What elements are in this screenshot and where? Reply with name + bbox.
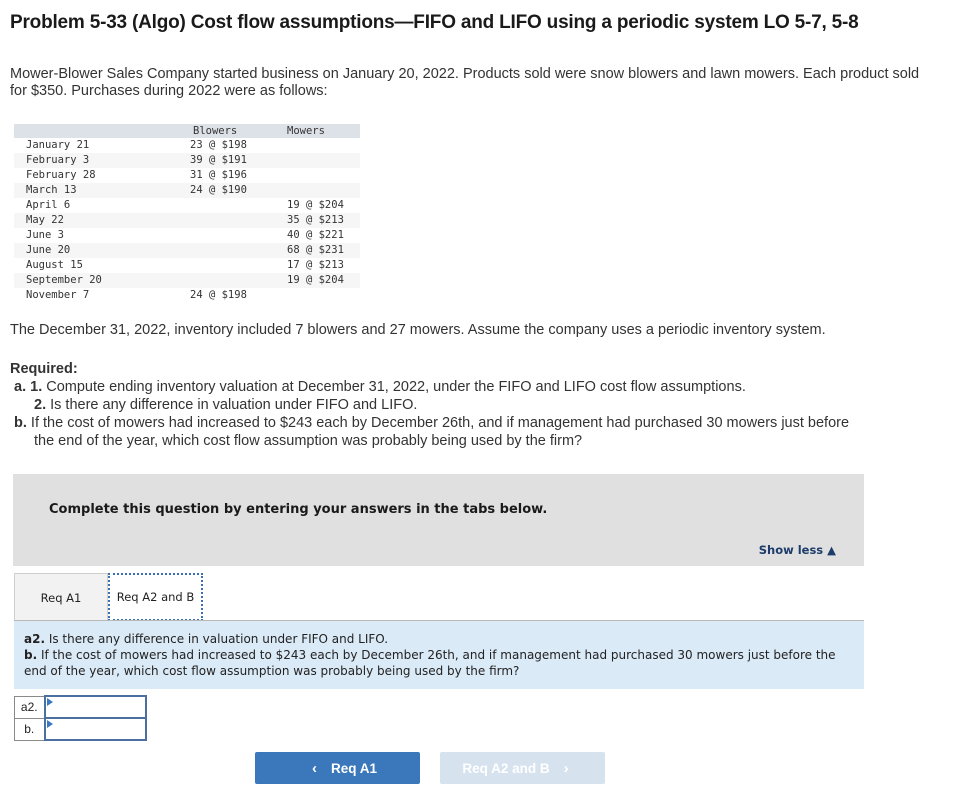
purchase-blowers: 31 @ $196 [190,169,247,181]
purchase-blowers [190,273,287,288]
next-req-a2-and-b-button[interactable]: Req A2 and B › [440,752,605,784]
required-section: Required: a. 1. Compute ending inventory… [10,360,849,450]
instructions-text: Complete this question by entering your … [49,502,548,517]
purchases-table: Blowers Mowers January 21 23 @ $198 Februa… [14,124,360,303]
purchases-header-row: Blowers Mowers [14,124,360,138]
purchase-row: November 7 24 @ $198 [14,288,360,303]
next-button-label: Req A2 and B [462,760,550,776]
purchase-mowers: 19 @ $204 [287,273,360,288]
required-b-label: b. [14,415,27,431]
prev-button-label: Req A1 [330,760,377,776]
required-heading: Required: [10,361,78,377]
purchase-mowers [287,288,360,303]
required-a2: 2. Is there any difference in valuation … [10,396,849,414]
purchase-blowers: 39 @ $191 [190,153,287,168]
required-a1: a. 1. Compute ending inventory valuation… [10,378,849,396]
dropdown-marker-icon [46,720,53,728]
purchase-date: June 20 [14,243,190,258]
purchase-date: May 22 [14,213,190,228]
prev-req-a1-button[interactable]: ‹ Req A1 [255,752,420,784]
purchase-mowers: 17 @ $213 [287,259,344,271]
purchase-mowers [287,153,360,168]
instructions-box: Complete this question by entering your … [13,474,864,566]
chevron-left-icon: ‹ [311,759,317,777]
purchase-row: March 13 24 @ $190 [14,183,360,198]
question-b-label: b. [24,648,38,662]
purchase-date: November 7 [26,289,90,301]
answer-label-b: b. [14,717,45,741]
purchase-row: June 3 40 @ $221 [14,228,360,243]
purchase-blowers [190,258,287,273]
purchase-blowers [190,213,287,228]
purchase-row: June 20 68 @ $231 [14,243,360,258]
answer-input-b[interactable] [45,719,145,739]
purchase-mowers: 68 @ $231 [287,243,360,258]
purchase-row: May 22 35 @ $213 [14,213,360,228]
purchase-date: February 28 [26,169,96,181]
purchase-mowers: 19 @ $204 [287,199,344,211]
header-blowers: Blowers [190,124,287,138]
required-a2-text: Is there any difference in valuation und… [46,397,418,413]
purchase-blowers [190,243,287,258]
purchase-blowers: 24 @ $198 [190,289,247,301]
required-a1-text: Compute ending inventory valuation at De… [42,379,746,395]
problem-title: Problem 5-33 (Algo) Cost flow assumption… [10,12,859,33]
purchase-row: February 28 31 @ $196 [14,168,360,183]
answer-cell-a2 [43,695,147,719]
inventory-note: The December 31, 2022, inventory include… [10,322,826,338]
tab-req-a2-and-b[interactable]: Req A2 and B [108,573,203,621]
purchase-mowers [287,138,360,153]
answer-table: a2. b. [14,695,147,741]
purchase-mowers: 35 @ $213 [287,213,360,228]
purchase-mowers [287,168,360,183]
purchase-blowers [190,228,287,243]
required-b: b. If the cost of mowers had increased t… [10,414,849,432]
required-a1-num: 1. [30,379,43,395]
purchase-blowers: 24 @ $190 [190,183,287,198]
purchase-mowers [287,183,360,198]
purchase-row: April 6 19 @ $204 [14,198,360,213]
show-less-link[interactable]: Show less ▲ [759,543,836,557]
header-date [14,124,190,138]
answer-label-a2: a2. [14,695,45,719]
required-a-label: a. [14,379,27,395]
answer-input-a2[interactable] [45,697,145,717]
purchase-row: August 15 17 @ $213 [14,258,360,273]
question-b: b. If the cost of mowers had increased t… [24,647,854,679]
dropdown-marker-icon [46,698,53,706]
tab-bar: Req A1 Req A2 and B [14,573,203,621]
purchase-blowers [190,198,287,213]
purchase-date: January 21 [26,139,90,151]
answer-cell-b [43,717,147,741]
purchase-date: September 20 [14,273,190,288]
purchase-date: June 3 [26,229,64,241]
question-b-text: If the cost of mowers had increased to $… [24,648,836,678]
question-a2: a2. Is there any difference in valuation… [24,631,854,647]
required-b-text-1: If the cost of mowers had increased to $… [26,415,850,431]
purchase-row: February 3 39 @ $191 [14,153,360,168]
question-a2-text: Is there any difference in valuation und… [45,632,389,646]
purchase-date: February 3 [14,153,190,168]
answer-row-b: b. [14,717,147,741]
answer-row-a2: a2. [14,695,147,719]
purchase-mowers: 40 @ $221 [287,229,344,241]
question-a2-label: a2. [24,632,46,646]
purchase-row: January 21 23 @ $198 [14,138,360,153]
purchase-row: September 20 19 @ $204 [14,273,360,288]
header-mowers: Mowers [287,124,360,138]
purchase-date: March 13 [14,183,190,198]
problem-intro: Mower-Blower Sales Company started busin… [10,66,920,99]
purchase-blowers: 23 @ $198 [190,139,247,151]
purchase-date: August 15 [26,259,83,271]
tab-req-a1[interactable]: Req A1 [14,573,108,621]
required-b-line2: the end of the year, which cost flow ass… [34,433,583,449]
purchase-date: April 6 [26,199,71,211]
question-box: a2. Is there any difference in valuation… [14,621,864,689]
required-a2-num: 2. [34,397,47,413]
chevron-right-icon: › [563,759,569,777]
